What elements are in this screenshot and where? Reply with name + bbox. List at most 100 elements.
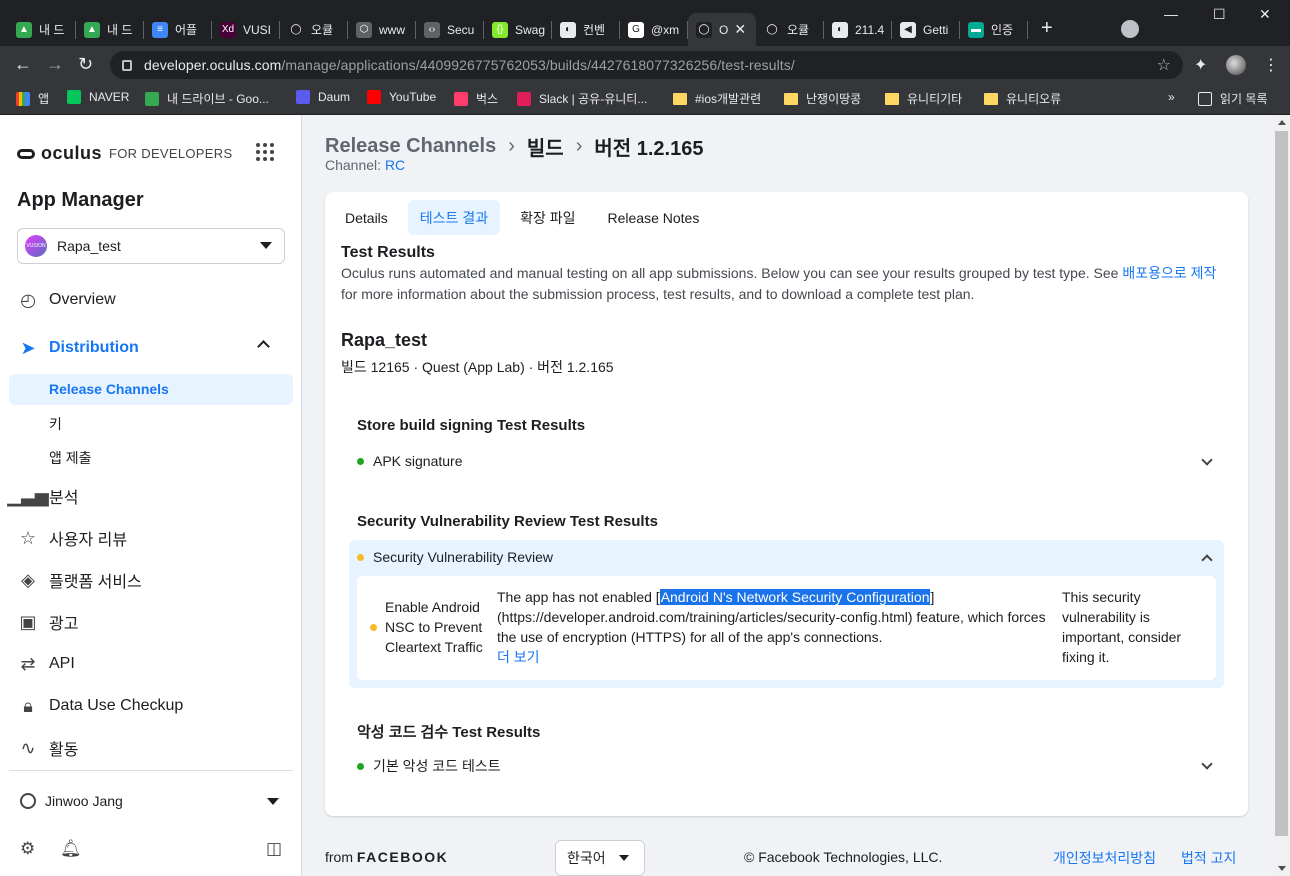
chevron-up-icon[interactable] xyxy=(257,340,270,353)
result-row-malware[interactable]: 기본 악성 코드 테스트 xyxy=(357,756,501,776)
tab-test-results[interactable]: 테스트 결과 xyxy=(407,200,501,235)
collapse-sidebar-icon[interactable]: ◫ xyxy=(266,839,282,859)
breadcrumb-release-channels[interactable]: Release Channels xyxy=(325,135,496,158)
extensions-icon[interactable]: ✦ xyxy=(1194,55,1207,75)
close-tab-icon[interactable]: ✕ xyxy=(734,21,746,38)
bar-chart-icon: ▁▃▅ xyxy=(7,485,49,506)
oculus-logo[interactable]: oculus FOR DEVELOPERS xyxy=(17,143,232,164)
bookmark-favicon-icon xyxy=(296,90,310,104)
scroll-up-icon[interactable] xyxy=(1278,120,1286,125)
bookmark-item[interactable]: 난쟁이땅콩 xyxy=(784,90,861,107)
bookmark-star-icon[interactable]: ☆ xyxy=(1157,55,1171,75)
nav-submit-app[interactable]: 앱 제출 xyxy=(49,448,92,468)
scrollbar-thumb[interactable] xyxy=(1275,131,1288,836)
bookmark-item[interactable]: 유니티기타 xyxy=(885,90,962,107)
result-label: Security Vulnerability Review xyxy=(373,549,553,565)
privacy-link[interactable]: 개인정보처리방침 xyxy=(1053,848,1156,868)
bookmarks-overflow-button[interactable]: » xyxy=(1168,90,1175,104)
browser-tab[interactable]: ▲ 내 드 xyxy=(8,13,76,46)
browser-tab[interactable]: ◯ O ✕ xyxy=(688,13,756,46)
desc-highlight[interactable]: Android N's Network Security Configurati… xyxy=(659,589,931,605)
browser-tab[interactable]: ◐ 211.4 xyxy=(824,13,892,46)
bookmark-item[interactable]: YouTube xyxy=(367,90,436,104)
tab-favicon-icon: ▲ xyxy=(84,21,100,38)
bookmark-item[interactable]: 벅스 xyxy=(454,90,498,107)
nav-keys[interactable]: 키 xyxy=(49,414,62,434)
app-selector[interactable]: VUSION Rapa_test xyxy=(17,228,285,264)
browser-tab[interactable]: ≡ 어플 xyxy=(144,13,212,46)
bookmark-item[interactable]: 내 드라이브 - Goo... xyxy=(145,90,269,107)
maximize-icon[interactable]: ☐ xyxy=(1213,6,1226,23)
nav-release-channels[interactable]: Release Channels xyxy=(49,381,169,397)
lock-icon[interactable] xyxy=(122,59,132,71)
result-row-apk-signature[interactable]: APK signature xyxy=(357,453,463,469)
bookmark-item[interactable]: Slack | 공유-유니티... xyxy=(517,90,647,107)
desc-pre: The app has not enabled [ xyxy=(497,589,660,605)
nav-activity[interactable]: ∿ 활동 xyxy=(16,736,78,760)
status-dot xyxy=(357,762,364,770)
address-bar[interactable]: developer.oculus.com/manage/applications… xyxy=(110,51,1183,79)
scrollbar[interactable] xyxy=(1273,115,1290,876)
settings-gear-icon[interactable]: ⚙ xyxy=(20,839,35,859)
minimize-icon[interactable]: — xyxy=(1164,6,1178,22)
tab-release-notes[interactable]: Release Notes xyxy=(596,200,712,235)
result-row-security-review[interactable]: Security Vulnerability Review xyxy=(357,549,553,565)
nav-overview[interactable]: ◴ Overview xyxy=(16,288,116,312)
browser-toolbar: ← → ↻ developer.oculus.com/manage/applic… xyxy=(0,46,1290,84)
close-window-icon[interactable]: ✕ xyxy=(1259,6,1271,23)
back-icon[interactable]: ← xyxy=(14,54,32,75)
forward-icon[interactable]: → xyxy=(46,54,64,75)
browser-tab[interactable]: ⬡ www xyxy=(348,13,416,46)
browser-tab[interactable]: ◯ 오큘 xyxy=(280,13,348,46)
browser-tab[interactable]: ◯ 오큘 xyxy=(756,13,824,46)
browser-tab[interactable]: {} Swag xyxy=(484,13,552,46)
see-more-link[interactable]: 더 보기 xyxy=(497,647,1065,667)
browser-tab[interactable]: ▲ 내 드 xyxy=(76,13,144,46)
browser-tab[interactable]: ◀ Getti xyxy=(892,13,960,46)
bookmark-item[interactable]: Daum xyxy=(296,90,350,104)
desc-text: Oculus runs automated and manual testing… xyxy=(341,265,1123,281)
tab-label: Secu xyxy=(447,22,475,37)
profile-avatar[interactable] xyxy=(1226,55,1246,75)
tab-favicon-icon: ⬡ xyxy=(356,21,372,38)
new-tab-button[interactable]: + xyxy=(1041,17,1053,40)
browser-tab[interactable]: ◐ 컨벤 xyxy=(552,13,620,46)
browser-tab[interactable]: ▬ 인증 xyxy=(960,13,1028,46)
bookmark-item[interactable]: 유니티오류 xyxy=(984,90,1061,107)
scroll-down-icon[interactable] xyxy=(1278,866,1286,871)
bookmark-label: Daum xyxy=(318,90,351,104)
browser-tab[interactable]: G @xm xyxy=(620,13,688,46)
reading-list-button[interactable]: 읽기 목록 xyxy=(1198,90,1268,107)
nav-reviews[interactable]: ☆ 사용자 리뷰 xyxy=(16,526,127,550)
reload-icon[interactable]: ↻ xyxy=(78,54,93,75)
chrome-menu-icon[interactable]: ⋮ xyxy=(1263,55,1279,75)
bookmark-item[interactable]: 앱 xyxy=(16,90,49,107)
nav-platform-services[interactable]: ◈ 플랫폼 서비스 xyxy=(16,568,142,592)
tab-details[interactable]: Details xyxy=(333,200,400,235)
nav-api[interactable]: ⇄ API xyxy=(16,652,74,676)
distribution-link[interactable]: 배포용으로 제작 xyxy=(1122,265,1216,281)
tab-expansion-files[interactable]: 확장 파일 xyxy=(508,200,587,235)
nav-analytics[interactable]: ▁▃▅ 분석 xyxy=(7,484,78,508)
channel-link[interactable]: RC xyxy=(385,157,405,173)
legal-link[interactable]: 법적 고지 xyxy=(1181,848,1236,868)
caret-down-icon[interactable] xyxy=(267,798,279,805)
bookmark-item[interactable]: NAVER xyxy=(67,90,129,104)
paper-plane-icon: ➤ xyxy=(20,337,36,358)
bell-icon[interactable]: 🔔︎ xyxy=(60,839,82,859)
browser-tab[interactable]: Xd VUSI xyxy=(212,13,280,46)
apps-grid-icon[interactable] xyxy=(256,143,274,161)
tab-search-icon[interactable] xyxy=(1121,20,1139,38)
nav-distribution[interactable]: ➤ Distribution xyxy=(16,336,138,360)
bookmark-item[interactable]: #ios개발관련 xyxy=(673,90,761,107)
browser-tab[interactable]: ‹› Secu xyxy=(416,13,484,46)
nav-data-use-checkup[interactable]: 🔒︎ Data Use Checkup xyxy=(16,694,183,718)
breadcrumb-builds[interactable]: 빌드 xyxy=(527,132,564,161)
nav-ads[interactable]: ▣ 광고 xyxy=(16,610,78,634)
language-selector[interactable]: 한국어 xyxy=(555,840,645,876)
bookmark-favicon-icon xyxy=(67,90,81,104)
tab-label: 내 드 xyxy=(107,23,133,37)
user-menu[interactable]: Jinwoo Jang xyxy=(20,793,123,809)
brand-sub: FOR DEVELOPERS xyxy=(109,146,233,161)
copyright: © Facebook Technologies, LLC. xyxy=(744,849,943,865)
